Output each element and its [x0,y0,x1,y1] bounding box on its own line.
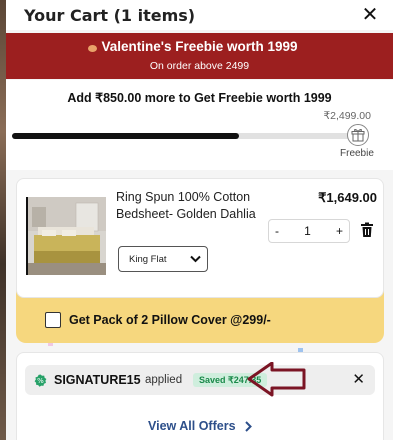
coupon-code: SIGNATURE15 [54,373,141,387]
freebie-goal-amount: ₹2,499.00 [323,110,371,122]
close-icon[interactable]: ✕ [359,2,381,26]
variant-value: King Flat [129,253,167,265]
view-all-offers-link[interactable]: View All Offers [17,419,383,433]
cart-title: Your Cart (1 items) [24,5,196,25]
freebie-progress: Add ₹850.00 more to Get Freebie worth 19… [6,80,393,170]
applied-coupon: % SIGNATURE15 applied Saved ₹247.35 ✕ [25,365,375,395]
banner-title: Valentine's Freebie worth 1999 [101,39,298,54]
chevron-down-icon [190,255,201,263]
addon-checkbox[interactable] [45,312,61,328]
product-name[interactable]: Ring Spun 100% Cotton Bedsheet- Golden D… [116,189,266,223]
progress-track [12,133,356,139]
gift-icon [347,124,369,146]
view-all-offers-label: View All Offers [147,419,236,433]
coupon-card: % SIGNATURE15 applied Saved ₹247.35 ✕ Vi… [16,352,384,440]
variant-select[interactable]: King Flat [118,246,208,272]
freebie-message: Add ₹850.00 more to Get Freebie worth 19… [67,91,332,105]
promo-banner: Valentine's Freebie worth 1999 On order … [6,33,393,79]
cart-header: Your Cart (1 items) ✕ [6,0,393,30]
coupon-status: applied [145,374,183,386]
svg-text:%: % [37,377,44,385]
freebie-label: Freebie [340,148,374,159]
product-price: ₹1,649.00 [318,190,377,205]
annotation-arrow-icon [247,362,306,397]
quantity-increase-button[interactable]: + [336,224,343,238]
chevron-right-icon [245,421,252,432]
delete-icon[interactable] [360,222,374,238]
remove-coupon-button[interactable]: ✕ [352,370,365,388]
cart-drawer: Your Cart (1 items) ✕ Valentine's Freebi… [6,0,393,440]
quantity-decrease-button[interactable]: - [275,224,279,238]
discount-icon: % [34,374,47,387]
addon-label: Get Pack of 2 Pillow Cover @299/- [69,313,271,327]
cart-item-card: Ring Spun 100% Cotton Bedsheet- Golden D… [16,178,384,298]
banner-subtitle: On order above 2499 [149,60,250,72]
product-thumbnail[interactable] [26,197,106,275]
quantity-stepper: - 1 + [268,219,350,243]
progress-fill [12,133,240,139]
quantity-value[interactable]: 1 [304,224,311,238]
